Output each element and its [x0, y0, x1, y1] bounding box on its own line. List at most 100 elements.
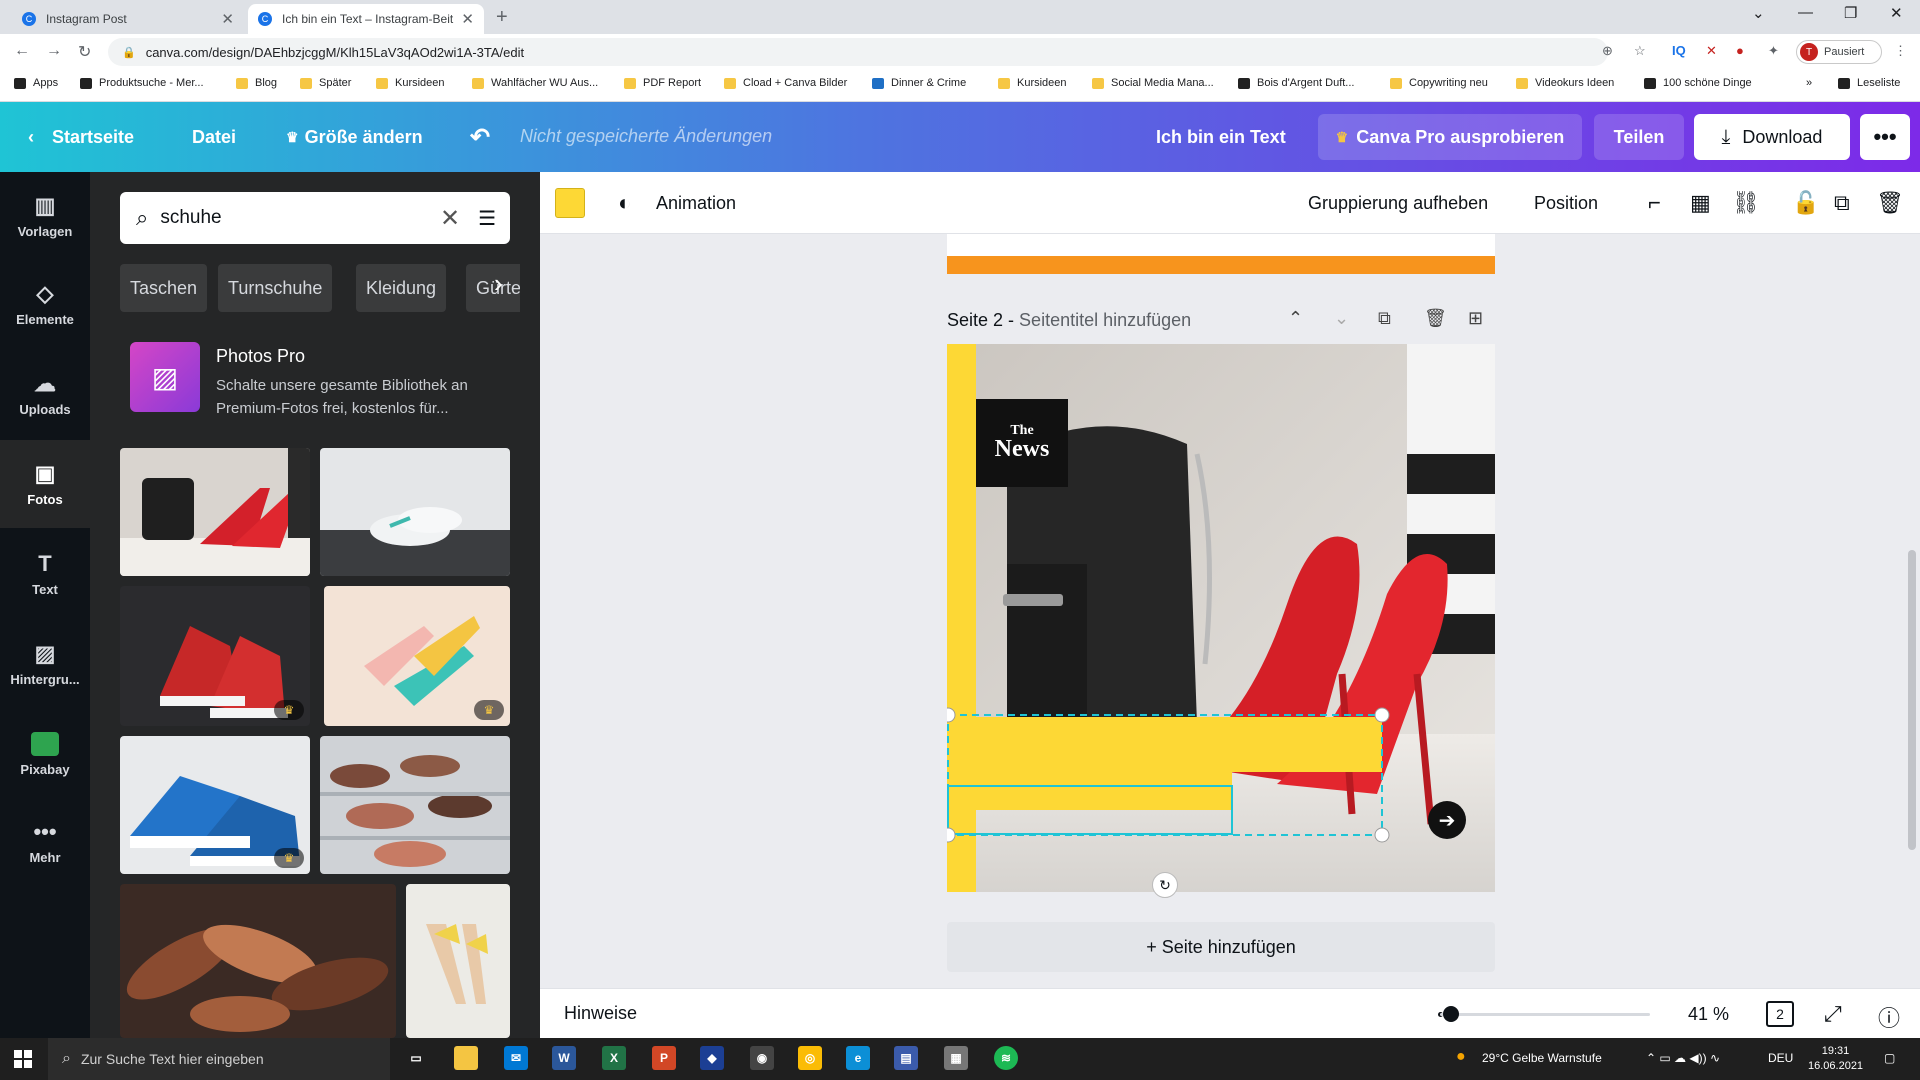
chrome-icon[interactable]: ◎ — [798, 1046, 822, 1070]
delete-page-icon[interactable]: 🗑 — [1424, 308, 1447, 329]
photo-thumbnail[interactable]: ♛ — [120, 586, 310, 726]
bookmark[interactable]: 100 schöne Dinge — [1644, 77, 1752, 89]
photo-thumbnail[interactable] — [120, 884, 396, 1038]
search-input[interactable]: ⌕ schuhe ✕ ☰ — [120, 192, 510, 244]
iq-extension-icon[interactable]: IQ — [1672, 43, 1686, 58]
fullscreen-icon[interactable]: ⤢ — [1824, 1001, 1842, 1027]
reload-icon[interactable]: ↻ — [78, 42, 91, 62]
word-icon[interactable]: W — [552, 1046, 576, 1070]
filter-icon[interactable]: ☰ — [478, 206, 496, 231]
clear-search-icon[interactable]: ✕ — [440, 204, 460, 233]
bookmark[interactable]: Cload + Canva Bilder — [724, 77, 847, 89]
profile-button[interactable]: T Pausiert — [1796, 40, 1882, 64]
task-view-icon[interactable]: ▭ — [404, 1046, 428, 1070]
lock-icon[interactable]: 🔓 — [1792, 190, 1819, 216]
chevron-down-icon[interactable]: ⌄ — [1334, 308, 1349, 329]
more-bookmarks-icon[interactable]: » — [1806, 77, 1812, 89]
bookmark[interactable]: Copywriting neu — [1390, 77, 1488, 89]
extensions-puzzle-icon[interactable]: ✦ — [1768, 43, 1779, 59]
extension-icon[interactable]: ✕ — [1706, 43, 1717, 59]
system-clock[interactable]: 19:31 16.06.2021 — [1808, 1044, 1863, 1074]
paint-roller-icon[interactable]: ⌐ — [1648, 190, 1661, 216]
address-bar[interactable]: 🔒 canva.com/design/DAEhbzjcggM/Klh15LaV3… — [108, 38, 1608, 66]
language-indicator[interactable]: DEU — [1768, 1051, 1793, 1065]
browser-tab-active[interactable]: C Ich bin ein Text – Instagram-Beit ✕ — [248, 4, 484, 34]
arrow-right-icon[interactable]: ➔ — [1428, 801, 1466, 839]
rail-item-templates[interactable]: ▥ Vorlagen — [0, 172, 90, 260]
try-canva-pro-button[interactable]: ♛ Canva Pro ausprobieren — [1318, 114, 1582, 160]
chevron-right-icon[interactable]: › — [494, 268, 503, 299]
chip-taschen[interactable]: Taschen — [120, 264, 208, 312]
taskbar-search-input[interactable]: ⌕ Zur Suche Text hier eingeben — [48, 1038, 390, 1080]
rail-item-elements[interactable]: ◇ Elemente — [0, 260, 90, 348]
scrollbar-thumb[interactable] — [1908, 550, 1916, 850]
home-button[interactable]: ‹ Startseite — [28, 102, 134, 172]
chip-guertel[interactable]: Gürte — [466, 264, 520, 312]
zoom-icon[interactable]: ⊕ — [1602, 43, 1613, 59]
resize-button[interactable]: ♛ Größe ändern — [286, 102, 423, 172]
bookmark-apps[interactable]: Apps — [14, 77, 58, 89]
photo-thumbnail[interactable] — [320, 448, 510, 576]
notifications-icon[interactable]: ▢ — [1884, 1051, 1895, 1065]
bookmark[interactable]: Produktsuche - Mer... — [80, 77, 204, 89]
color-swatch[interactable] — [555, 188, 585, 218]
rotate-icon[interactable]: ↻ — [1152, 872, 1178, 898]
excel-icon[interactable]: X — [602, 1046, 626, 1070]
zoom-slider-handle[interactable] — [1443, 1006, 1459, 1022]
file-menu-button[interactable]: Datei — [192, 102, 236, 172]
photos-pro-promo[interactable]: ▨ Photos Pro Schalte unsere gesamte Bibl… — [130, 342, 530, 422]
chip-kleidung[interactable]: Kleidung — [356, 264, 447, 312]
weather-text[interactable]: 29°C Gelbe Warnstufe — [1482, 1051, 1602, 1065]
page-count-button[interactable]: 2 — [1766, 1001, 1794, 1027]
position-button[interactable]: Position — [1534, 172, 1598, 234]
reading-list[interactable]: Leseliste — [1838, 77, 1900, 89]
browser-tab-instagram-post[interactable]: C Instagram Post ✕ — [12, 4, 244, 34]
page-label[interactable]: Seite 2 - Seitentitel hinzufügen — [947, 310, 1191, 331]
back-icon[interactable]: ← — [14, 42, 30, 60]
bookmark[interactable]: Dinner & Crime — [872, 77, 966, 89]
tab-search-icon[interactable]: ⌄ — [1752, 4, 1765, 22]
bookmark[interactable]: Bois d'Argent Duft... — [1238, 77, 1354, 89]
rail-item-background[interactable]: ▨ Hintergru... — [0, 620, 90, 708]
minimize-icon[interactable]: — — [1798, 4, 1813, 21]
close-tab-icon[interactable]: ✕ — [221, 10, 234, 28]
rail-item-photos[interactable]: ▣ Fotos — [0, 440, 90, 528]
tray-icons[interactable]: ⌃ ▭ ☁ ◀)) ∿ — [1646, 1051, 1720, 1065]
bookmark[interactable]: Social Media Mana... — [1092, 77, 1214, 89]
chip-turnschuhe[interactable]: Turnschuhe — [218, 264, 333, 312]
photo-thumbnail[interactable] — [120, 448, 310, 576]
calculator-icon[interactable]: ▦ — [944, 1046, 968, 1070]
link-icon[interactable]: ⛓ — [1732, 190, 1760, 216]
duplicate-icon[interactable]: ⧉ — [1834, 190, 1850, 216]
chevron-up-icon[interactable]: ⌃ — [1288, 308, 1303, 329]
rail-item-pixabay[interactable]: Pixabay — [0, 710, 90, 798]
more-options-button[interactable]: ••• — [1860, 114, 1910, 160]
undo-icon[interactable]: ↶ — [470, 102, 490, 172]
windows-start-icon[interactable] — [14, 1050, 32, 1068]
notes-button[interactable]: Hinweise — [564, 1003, 637, 1024]
duplicate-page-icon[interactable]: ⧉ — [1378, 308, 1391, 329]
help-icon[interactable]: ⓘ — [1878, 1001, 1900, 1033]
bookmark[interactable]: Kursideen — [376, 77, 445, 89]
ungroup-button[interactable]: Gruppierung aufheben — [1308, 172, 1488, 234]
maximize-icon[interactable]: ❐ — [1844, 4, 1857, 22]
bookmark[interactable]: Später — [300, 77, 351, 89]
edge-icon[interactable]: e — [846, 1046, 870, 1070]
animation-button[interactable]: Animation — [656, 172, 736, 234]
photo-thumbnail[interactable] — [406, 884, 510, 1038]
photo-thumbnail[interactable]: ♛ — [324, 586, 510, 726]
add-page-icon[interactable]: ⊞ — [1468, 308, 1483, 329]
powerpoint-icon[interactable]: P — [652, 1046, 676, 1070]
rail-item-uploads[interactable]: ☁ Uploads — [0, 350, 90, 438]
bookmark[interactable]: Kursideen — [998, 77, 1067, 89]
close-window-icon[interactable]: ✕ — [1890, 4, 1903, 22]
download-button[interactable]: ⤓ Download — [1694, 114, 1850, 160]
design-title[interactable]: Ich bin ein Text — [1156, 102, 1286, 172]
app-icon[interactable]: ▤ — [894, 1046, 918, 1070]
rail-item-text[interactable]: T Text — [0, 530, 90, 618]
transparency-icon[interactable]: ▦ — [1690, 190, 1711, 216]
design-page[interactable]: The News — [947, 344, 1495, 892]
forward-icon[interactable]: → — [46, 42, 62, 60]
zoom-level[interactable]: 41 % — [1688, 1004, 1729, 1025]
close-tab-icon[interactable]: ✕ — [461, 10, 474, 28]
